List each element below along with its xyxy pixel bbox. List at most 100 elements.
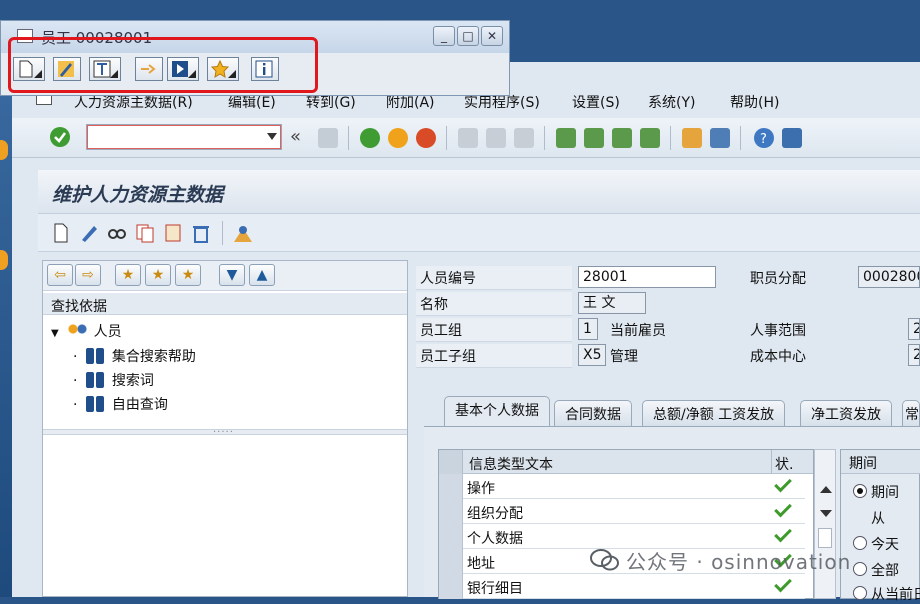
cancel-icon[interactable] bbox=[416, 128, 436, 148]
splitter-handle[interactable]: ..... bbox=[213, 424, 234, 435]
menu-settings[interactable]: 设置(S) bbox=[572, 92, 620, 112]
today-radio[interactable] bbox=[853, 536, 867, 550]
favorites-icon[interactable]: ★ bbox=[145, 264, 171, 286]
tree-expand-icon[interactable]: ▼ bbox=[51, 328, 59, 339]
close-button[interactable]: ✕ bbox=[481, 26, 503, 46]
edit-favorite-icon[interactable]: ★ bbox=[175, 264, 201, 286]
copy-icon[interactable] bbox=[134, 222, 156, 244]
arrow-left-icon[interactable]: ⇦ bbox=[47, 264, 73, 286]
search-by-label: 查找依据 bbox=[51, 299, 107, 315]
save-icon[interactable] bbox=[318, 128, 338, 148]
check-icon bbox=[774, 474, 792, 493]
table-row[interactable]: 操作 bbox=[439, 474, 805, 499]
row-text: 地址 bbox=[467, 556, 495, 572]
scroll-down-icon[interactable] bbox=[820, 510, 832, 517]
enter-icon[interactable] bbox=[50, 127, 70, 147]
period-radio[interactable] bbox=[853, 484, 867, 498]
row-selector[interactable] bbox=[439, 499, 463, 524]
row-selector[interactable] bbox=[439, 524, 463, 549]
tree-node-label: 搜索词 bbox=[111, 373, 154, 389]
back-icon[interactable] bbox=[360, 128, 380, 148]
new-session-icon[interactable] bbox=[682, 128, 702, 148]
assignment-field: 00028001 bbox=[858, 266, 920, 288]
shortcut-icon[interactable] bbox=[710, 128, 730, 148]
row-text: 个人数据 bbox=[467, 531, 523, 547]
row-text: 操作 bbox=[467, 481, 495, 497]
object-manager-panel: ⇦ ⇨ ★ ★ ★ ▼ ▲ 查找依据 ▼ 人员 · 集合搜索帮助 · 搜索词 ·… bbox=[42, 260, 408, 597]
print-icon[interactable] bbox=[458, 128, 478, 148]
customize-layout-icon[interactable] bbox=[782, 128, 802, 148]
personnel-number-field[interactable]: 28001 bbox=[578, 266, 716, 288]
all-radio[interactable] bbox=[853, 562, 867, 576]
row-selector[interactable] bbox=[439, 574, 463, 599]
toolbar-separator bbox=[670, 126, 671, 150]
personnel-area-label: 人事范围 bbox=[750, 323, 806, 339]
create-icon[interactable] bbox=[50, 222, 72, 244]
table-row[interactable]: 银行细目 bbox=[439, 574, 805, 599]
employee-subgroup-field: X5 bbox=[578, 344, 606, 366]
tab-more[interactable]: 常 bbox=[902, 400, 920, 426]
tree-node-person[interactable]: ▼ 人员 bbox=[51, 321, 122, 341]
tree-node-label: 集合搜索帮助 bbox=[111, 349, 196, 365]
find-next-icon[interactable] bbox=[514, 128, 534, 148]
previous-page-icon[interactable] bbox=[584, 128, 604, 148]
menu-system[interactable]: 系统(Y) bbox=[648, 92, 695, 112]
tab-gross-net-payroll[interactable]: 总额/净额 工资发放 bbox=[642, 400, 786, 426]
add-favorite-icon[interactable]: ★ bbox=[115, 264, 141, 286]
today-radio-label: 今天 bbox=[871, 537, 899, 553]
tree-node-collective-search[interactable]: · 集合搜索帮助 bbox=[73, 346, 196, 366]
select-all-cell[interactable] bbox=[439, 450, 463, 474]
row-selector[interactable] bbox=[439, 474, 463, 499]
from-current-radio[interactable] bbox=[853, 586, 867, 600]
desktop-icon-fragment bbox=[0, 140, 8, 160]
scroll-thumb[interactable] bbox=[818, 528, 832, 548]
trash-icon[interactable] bbox=[190, 222, 212, 244]
column-separator bbox=[771, 450, 772, 474]
column-header-infotype-text[interactable]: 信息类型文本 bbox=[469, 454, 553, 474]
table-row[interactable]: 组织分配 bbox=[439, 499, 805, 524]
toolbar-separator bbox=[222, 221, 223, 245]
display-icon[interactable] bbox=[106, 222, 128, 244]
scroll-up-icon[interactable] bbox=[820, 486, 832, 493]
maximize-button[interactable]: □ bbox=[457, 26, 479, 46]
table-scrollbar[interactable] bbox=[814, 449, 836, 599]
collapse-tree-icon[interactable]: ▲ bbox=[249, 264, 275, 286]
personnel-area-field: 2 bbox=[908, 318, 920, 340]
from-current-radio-label: 从当前日 bbox=[871, 587, 920, 603]
employee-group-label: 员工组 bbox=[420, 323, 462, 339]
tree-node-label: 人员 bbox=[93, 324, 122, 340]
tab-basic-personal-data[interactable]: 基本个人数据 bbox=[444, 396, 550, 426]
tab-contract-data[interactable]: 合同数据 bbox=[554, 400, 632, 426]
row-selector[interactable] bbox=[439, 549, 463, 574]
delimit-icon[interactable] bbox=[162, 222, 184, 244]
last-page-icon[interactable] bbox=[640, 128, 660, 148]
period-box: 期间 期间 从 今天 全部 从当前日 bbox=[840, 449, 920, 603]
panel-splitter[interactable]: ..... bbox=[43, 424, 407, 435]
current-employer-label: 当前雇员 bbox=[610, 323, 666, 339]
help-icon[interactable]: ? bbox=[754, 128, 774, 148]
first-page-icon[interactable] bbox=[556, 128, 576, 148]
command-input[interactable] bbox=[93, 128, 261, 146]
menu-help[interactable]: 帮助(H) bbox=[730, 92, 779, 112]
from-label: 从 bbox=[871, 511, 885, 527]
column-header-status[interactable]: 状. bbox=[775, 454, 793, 474]
tab-net-payroll[interactable]: 净工资发放 bbox=[800, 400, 892, 426]
exit-icon[interactable] bbox=[388, 128, 408, 148]
next-page-icon[interactable] bbox=[612, 128, 632, 148]
tree-node-free-search[interactable]: · 自由查询 bbox=[73, 394, 168, 414]
toolbar-separator bbox=[544, 126, 545, 150]
change-icon[interactable] bbox=[78, 222, 100, 244]
overview-icon[interactable] bbox=[232, 222, 254, 244]
tree-node-search-term[interactable]: · 搜索词 bbox=[73, 370, 154, 390]
expand-icon[interactable]: ▼ bbox=[219, 264, 245, 286]
command-field[interactable] bbox=[86, 124, 282, 150]
check-icon bbox=[774, 574, 792, 593]
desktop-icon-fragment bbox=[0, 250, 8, 270]
find-icon[interactable] bbox=[486, 128, 506, 148]
chevron-down-icon[interactable] bbox=[267, 133, 277, 140]
minimize-button[interactable]: _ bbox=[433, 26, 455, 46]
main-window: 人力资源主数据(R) 编辑(E) 转到(G) 附加(A) 实用程序(S) 设置(… bbox=[12, 62, 920, 603]
arrow-right-icon[interactable]: ⇨ bbox=[75, 264, 101, 286]
application-toolbar bbox=[38, 214, 920, 252]
collapse-icon[interactable]: « bbox=[290, 126, 301, 147]
